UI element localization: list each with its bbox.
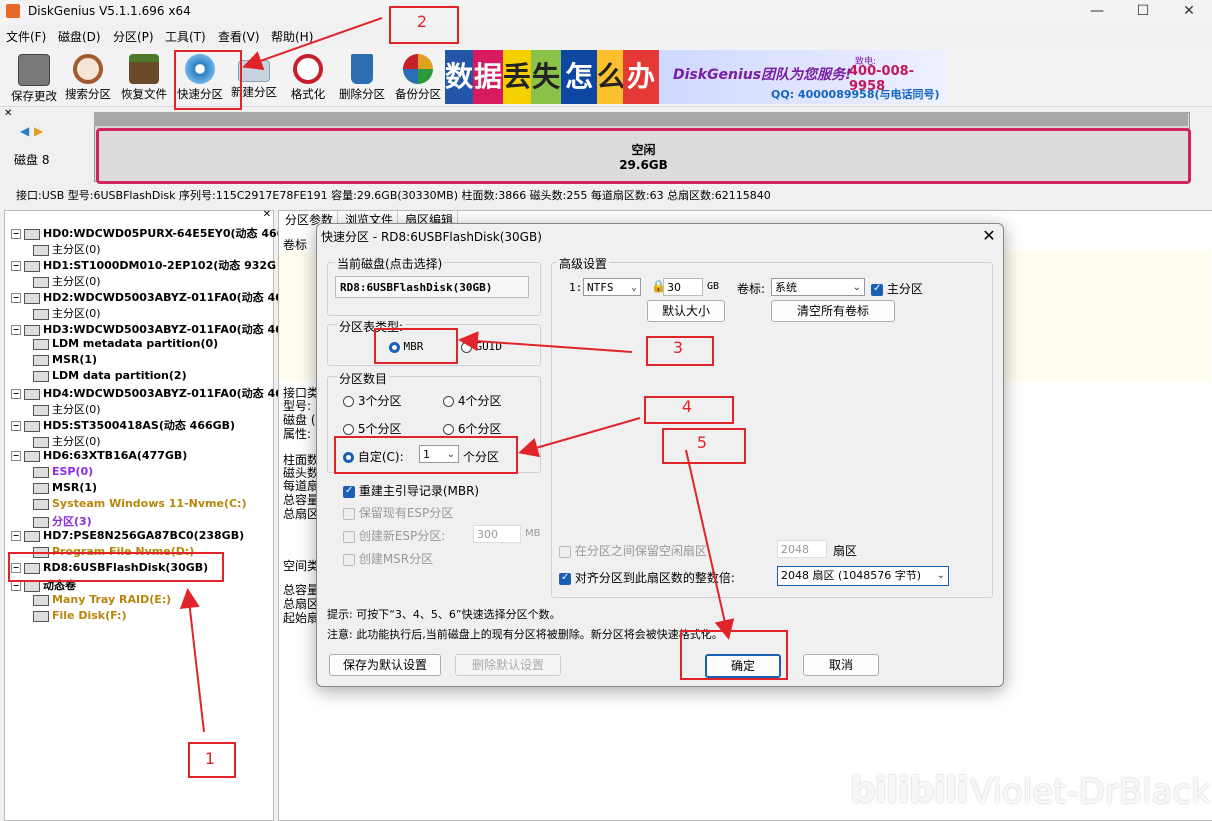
annotation-arrows bbox=[179, 17, 735, 733]
arrow-3 bbox=[458, 331, 633, 353]
arrow-2 bbox=[242, 17, 383, 71]
bilibili-logo: bilibili bbox=[850, 770, 969, 811]
arrow-1 bbox=[179, 588, 205, 733]
arrow-5 bbox=[685, 449, 735, 640]
watermark-text: Violet-DrBlack bbox=[970, 772, 1211, 812]
arrow-4 bbox=[518, 417, 641, 458]
